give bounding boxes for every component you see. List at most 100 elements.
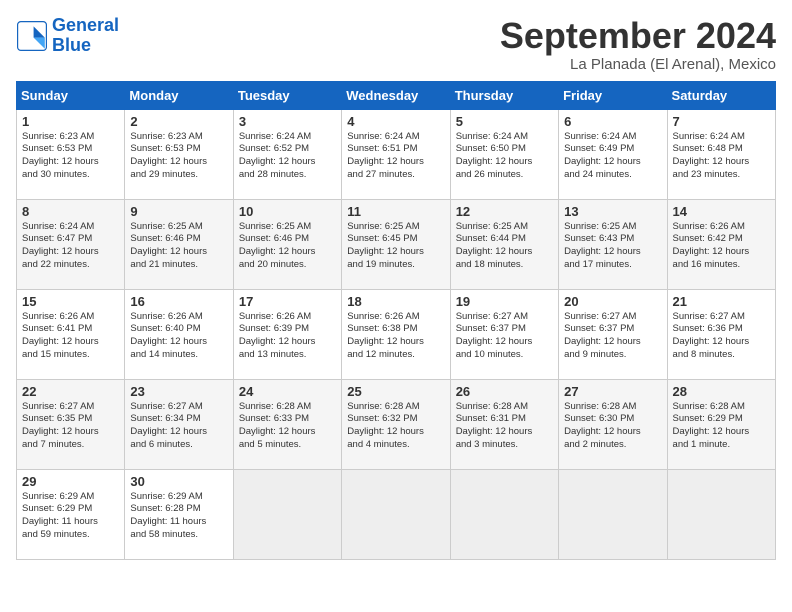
- calendar-cell: 5 Sunrise: 6:24 AMSunset: 6:50 PMDaylight…: [450, 109, 558, 199]
- month-title: September 2024: [500, 16, 776, 56]
- calendar-cell: 26Sunrise: 6:28 AMSunset: 6:31 PMDayligh…: [450, 379, 558, 469]
- header-row: SundayMondayTuesdayWednesdayThursdayFrid…: [17, 81, 776, 109]
- calendar-cell: 28 Sunrise: 6:28 AMSunset: 6:29 PMDayligh…: [667, 379, 775, 469]
- day-number: 28: [673, 384, 770, 399]
- col-monday: Monday: [125, 81, 233, 109]
- cell-info: Sunrise: 6:29 AMSunset: 6:29 PMDaylight:…: [22, 491, 119, 542]
- calendar-cell: 30Sunrise: 6:29 AMSunset: 6:28 PMDayligh…: [125, 469, 233, 559]
- cell-info: Sunrise: 6:27 AMSunset: 6:37 PMDaylight:…: [564, 311, 661, 362]
- col-thursday: Thursday: [450, 81, 558, 109]
- day-number: 19: [456, 294, 553, 309]
- cell-info: Sunrise: 6:26 AMSunset: 6:41 PMDaylight:…: [22, 311, 119, 362]
- day-number: 29: [22, 474, 119, 489]
- cell-info: Sunrise: 6:24 AMSunset: 6:51 PMDaylight:…: [347, 131, 444, 182]
- cell-info: Sunrise: 6:25 AMSunset: 6:45 PMDaylight:…: [347, 221, 444, 272]
- calendar-cell: 3 Sunrise: 6:24 AMSunset: 6:52 PMDaylight…: [233, 109, 341, 199]
- cell-info: Sunrise: 6:26 AMSunset: 6:39 PMDaylight:…: [239, 311, 336, 362]
- calendar-cell: 2Sunrise: 6:23 AMSunset: 6:53 PMDaylight…: [125, 109, 233, 199]
- cell-info: Sunrise: 6:25 AMSunset: 6:46 PMDaylight:…: [130, 221, 227, 272]
- col-tuesday: Tuesday: [233, 81, 341, 109]
- cell-info: Sunrise: 6:24 AMSunset: 6:52 PMDaylight:…: [239, 131, 336, 182]
- calendar-cell: 12 Sunrise: 6:25 AMSunset: 6:44 PMDayligh…: [450, 199, 558, 289]
- calendar-cell: 1Sunrise: 6:23 AMSunset: 6:53 PMDaylight…: [17, 109, 125, 199]
- calendar-cell: 20 Sunrise: 6:27 AMSunset: 6:37 PMDayligh…: [559, 289, 667, 379]
- header: General Blue September 2024 La Planada (…: [16, 16, 776, 73]
- day-number: 21: [673, 294, 770, 309]
- calendar-cell: 23 Sunrise: 6:27 AMSunset: 6:34 PMDayligh…: [125, 379, 233, 469]
- calendar-cell: 11 Sunrise: 6:25 AMSunset: 6:45 PMDayligh…: [342, 199, 450, 289]
- calendar-cell: 8Sunrise: 6:24 AMSunset: 6:47 PMDaylight…: [17, 199, 125, 289]
- day-number: 14: [673, 204, 770, 219]
- calendar-cell: [233, 469, 341, 559]
- day-number: 11: [347, 204, 444, 219]
- calendar-cell: 6 Sunrise: 6:24 AMSunset: 6:49 PMDaylight…: [559, 109, 667, 199]
- calendar-cell: 10 Sunrise: 6:25 AMSunset: 6:46 PMDayligh…: [233, 199, 341, 289]
- day-number: 2: [130, 114, 227, 129]
- day-number: 26: [456, 384, 553, 399]
- calendar-cell: [559, 469, 667, 559]
- calendar-cell: 17 Sunrise: 6:26 AMSunset: 6:39 PMDayligh…: [233, 289, 341, 379]
- cell-info: Sunrise: 6:23 AMSunset: 6:53 PMDaylight:…: [22, 131, 119, 182]
- calendar-cell: 16 Sunrise: 6:26 AMSunset: 6:40 PMDayligh…: [125, 289, 233, 379]
- cell-info: Sunrise: 6:25 AMSunset: 6:46 PMDaylight:…: [239, 221, 336, 272]
- cell-info: Sunrise: 6:26 AMSunset: 6:42 PMDaylight:…: [673, 221, 770, 272]
- day-number: 13: [564, 204, 661, 219]
- calendar-cell: 25 Sunrise: 6:28 AMSunset: 6:32 PMDayligh…: [342, 379, 450, 469]
- day-number: 4: [347, 114, 444, 129]
- cell-info: Sunrise: 6:28 AMSunset: 6:29 PMDaylight:…: [673, 401, 770, 452]
- calendar-cell: [450, 469, 558, 559]
- day-number: 22: [22, 384, 119, 399]
- calendar-cell: [667, 469, 775, 559]
- day-number: 10: [239, 204, 336, 219]
- logo-text: General Blue: [52, 16, 119, 56]
- day-number: 20: [564, 294, 661, 309]
- calendar-cell: 15 Sunrise: 6:26 AMSunset: 6:41 PMDayligh…: [17, 289, 125, 379]
- calendar-cell: 14 Sunrise: 6:26 AMSunset: 6:42 PMDayligh…: [667, 199, 775, 289]
- day-number: 17: [239, 294, 336, 309]
- cell-info: Sunrise: 6:28 AMSunset: 6:32 PMDaylight:…: [347, 401, 444, 452]
- day-number: 7: [673, 114, 770, 129]
- calendar-cell: 22 Sunrise: 6:27 AMSunset: 6:35 PMDayligh…: [17, 379, 125, 469]
- cell-info: Sunrise: 6:26 AMSunset: 6:40 PMDaylight:…: [130, 311, 227, 362]
- cell-info: Sunrise: 6:26 AMSunset: 6:38 PMDaylight:…: [347, 311, 444, 362]
- day-number: 3: [239, 114, 336, 129]
- day-number: 30: [130, 474, 227, 489]
- cell-info: Sunrise: 6:25 AMSunset: 6:43 PMDaylight:…: [564, 221, 661, 272]
- calendar-cell: 4 Sunrise: 6:24 AMSunset: 6:51 PMDaylight…: [342, 109, 450, 199]
- day-number: 18: [347, 294, 444, 309]
- calendar-table: SundayMondayTuesdayWednesdayThursdayFrid…: [16, 81, 776, 560]
- day-number: 24: [239, 384, 336, 399]
- calendar-cell: 29 Sunrise: 6:29 AMSunset: 6:29 PMDayligh…: [17, 469, 125, 559]
- col-wednesday: Wednesday: [342, 81, 450, 109]
- day-number: 6: [564, 114, 661, 129]
- day-number: 16: [130, 294, 227, 309]
- calendar-cell: 21 Sunrise: 6:27 AMSunset: 6:36 PMDayligh…: [667, 289, 775, 379]
- day-number: 9: [130, 204, 227, 219]
- cell-info: Sunrise: 6:27 AMSunset: 6:36 PMDaylight:…: [673, 311, 770, 362]
- logo-line1: General: [52, 15, 119, 35]
- day-number: 12: [456, 204, 553, 219]
- cell-info: Sunrise: 6:24 AMSunset: 6:49 PMDaylight:…: [564, 131, 661, 182]
- day-number: 5: [456, 114, 553, 129]
- calendar-week-0: 1Sunrise: 6:23 AMSunset: 6:53 PMDaylight…: [17, 109, 776, 199]
- calendar-cell: 24Sunrise: 6:28 AMSunset: 6:33 PMDayligh…: [233, 379, 341, 469]
- calendar-cell: 19 Sunrise: 6:27 AMSunset: 6:37 PMDayligh…: [450, 289, 558, 379]
- day-number: 25: [347, 384, 444, 399]
- calendar-week-1: 8Sunrise: 6:24 AMSunset: 6:47 PMDaylight…: [17, 199, 776, 289]
- cell-info: Sunrise: 6:24 AMSunset: 6:50 PMDaylight:…: [456, 131, 553, 182]
- cell-info: Sunrise: 6:27 AMSunset: 6:37 PMDaylight:…: [456, 311, 553, 362]
- calendar-week-3: 22 Sunrise: 6:27 AMSunset: 6:35 PMDayligh…: [17, 379, 776, 469]
- calendar-cell: 27Sunrise: 6:28 AMSunset: 6:30 PMDayligh…: [559, 379, 667, 469]
- cell-info: Sunrise: 6:27 AMSunset: 6:35 PMDaylight:…: [22, 401, 119, 452]
- col-saturday: Saturday: [667, 81, 775, 109]
- calendar-cell: [342, 469, 450, 559]
- col-sunday: Sunday: [17, 81, 125, 109]
- calendar-cell: 18 Sunrise: 6:26 AMSunset: 6:38 PMDayligh…: [342, 289, 450, 379]
- day-number: 23: [130, 384, 227, 399]
- title-area: September 2024 La Planada (El Arenal), M…: [500, 16, 776, 73]
- calendar-week-2: 15 Sunrise: 6:26 AMSunset: 6:41 PMDayligh…: [17, 289, 776, 379]
- cell-info: Sunrise: 6:25 AMSunset: 6:44 PMDaylight:…: [456, 221, 553, 272]
- cell-info: Sunrise: 6:27 AMSunset: 6:34 PMDaylight:…: [130, 401, 227, 452]
- calendar-cell: 7Sunrise: 6:24 AMSunset: 6:48 PMDaylight…: [667, 109, 775, 199]
- day-number: 15: [22, 294, 119, 309]
